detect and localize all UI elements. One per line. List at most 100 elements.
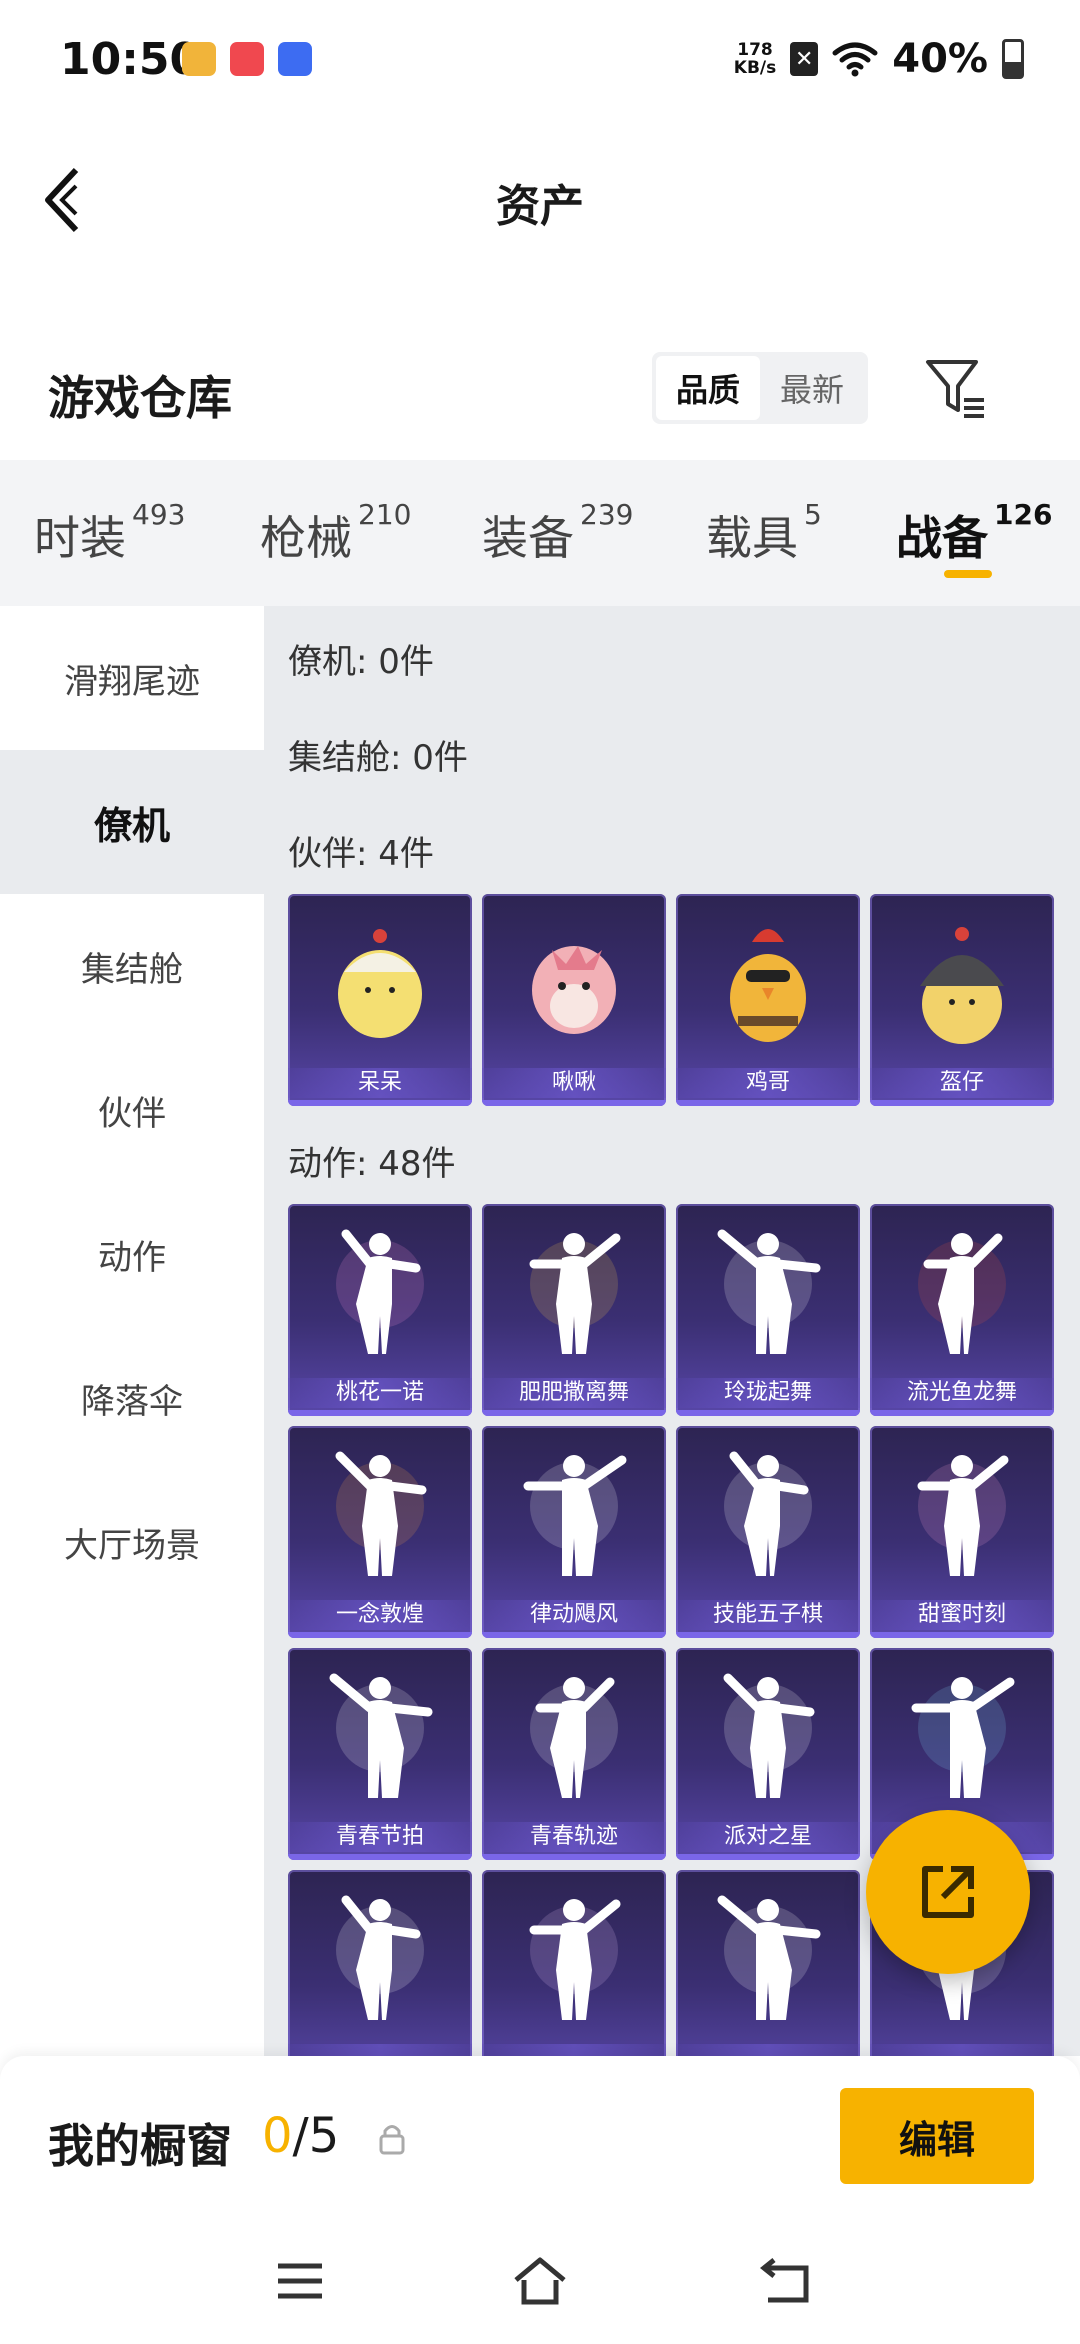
tab-label: 战备 — [896, 511, 988, 565]
section-title-partner: 伙伴: 4件 — [288, 834, 434, 874]
tab-count: 126 — [994, 498, 1053, 531]
emote-card[interactable]: 流光鱼龙舞 — [870, 1204, 1054, 1416]
showcase-total: /5 — [292, 2108, 340, 2164]
partner-card[interactable]: 呆呆 — [288, 894, 472, 1106]
tab-label: 枪械 — [260, 511, 352, 565]
warehouse-row: 游戏仓库 品质 最新 — [0, 340, 1080, 460]
tab-label: 时装 — [34, 511, 126, 565]
partner-card[interactable]: 啾啾 — [482, 894, 666, 1106]
sidebar-item-glide-trail[interactable]: 滑翔尾迹 — [0, 606, 264, 750]
tab-count: 210 — [358, 498, 412, 531]
tab-equipment[interactable]: 装备 239 — [482, 498, 633, 568]
dancer-silhouette-icon — [530, 1677, 618, 1798]
network-speed-value: 178 — [737, 40, 773, 60]
sidebar-item-wingman[interactable]: 僚机 — [0, 750, 264, 894]
system-nav-bar — [0, 2216, 1080, 2344]
section-title-wingman: 僚机: 0件 — [288, 642, 434, 682]
menu-icon[interactable] — [272, 2256, 328, 2306]
emote-card[interactable]: 青春节拍 — [288, 1648, 472, 1860]
dancer-silhouette-icon — [724, 1451, 812, 1576]
tab-label: 载具 — [706, 511, 798, 565]
partner-card[interactable]: 鸡哥 — [676, 894, 860, 1106]
tab-fashion[interactable]: 时装 493 — [34, 498, 185, 568]
dancer-silhouette-icon — [523, 1455, 627, 1576]
share-button[interactable] — [866, 1810, 1030, 1974]
item-label: 青春节拍 — [288, 1822, 472, 1852]
tab-firearms[interactable]: 枪械 210 — [260, 498, 411, 568]
game-app-icon — [182, 42, 216, 76]
emote-card[interactable] — [288, 1870, 472, 2056]
emote-card[interactable]: 律动飓风 — [482, 1426, 666, 1638]
sort-by-quality[interactable]: 品质 — [656, 356, 760, 420]
item-label: 玲珑起舞 — [676, 1378, 860, 1408]
item-label — [676, 2044, 860, 2056]
back-icon[interactable] — [756, 2256, 812, 2306]
item-label: 青春轨迹 — [482, 1822, 666, 1852]
sidebar: 滑翔尾迹 僚机 集结舱 伙伴 动作 降落伞 大厅场景 — [0, 606, 264, 2056]
item-label: 盔仔 — [870, 1068, 1054, 1098]
emote-card[interactable]: 玲珑起舞 — [676, 1204, 860, 1416]
section-title-emote: 动作: 48件 — [288, 1144, 456, 1184]
sidebar-item-partner[interactable]: 伙伴 — [0, 1038, 264, 1182]
warehouse-title: 游戏仓库 — [48, 371, 232, 425]
tab-vehicles[interactable]: 载具 5 — [706, 498, 822, 568]
item-label: 肥肥撒离舞 — [482, 1378, 666, 1408]
emote-card[interactable]: 青春轨迹 — [482, 1648, 666, 1860]
active-tab-indicator — [944, 570, 992, 578]
item-label: 技能五子棋 — [676, 1600, 860, 1630]
dancer-silhouette-icon — [917, 1455, 1009, 1576]
emote-card[interactable]: 一念敦煌 — [288, 1426, 472, 1638]
share-icon — [922, 1866, 974, 1918]
huawei-app-icon — [230, 42, 264, 76]
item-label: 流光鱼龙舞 — [870, 1378, 1054, 1408]
dancer-silhouette-icon — [336, 1895, 424, 2020]
filter-icon[interactable] — [922, 354, 990, 422]
wifi-icon — [832, 42, 878, 77]
sort-by-newest[interactable]: 最新 — [760, 356, 864, 420]
emote-card[interactable]: 肥肥撒离舞 — [482, 1204, 666, 1416]
status-time: 10:50 — [60, 34, 201, 85]
dancer-silhouette-icon — [911, 1677, 1015, 1798]
edit-button[interactable]: 编辑 — [840, 2088, 1034, 2184]
emote-card[interactable] — [482, 1870, 666, 2056]
header: 资产 — [0, 130, 1080, 270]
home-icon[interactable] — [512, 2256, 568, 2306]
item-label: 呆呆 — [288, 1068, 472, 1098]
showcase-count: 0/5 — [262, 2108, 339, 2164]
status-indicators: 178 KB/s ✕ 40% — [734, 36, 1024, 82]
item-label: 甜蜜时刻 — [870, 1600, 1054, 1630]
lock-icon — [379, 2125, 405, 2155]
battery-icon — [1002, 39, 1024, 79]
showcase-bar: 我的橱窗 0/5 编辑 — [0, 2056, 1080, 2216]
emote-card[interactable]: 桃花一诺 — [288, 1204, 472, 1416]
sort-toggle: 品质 最新 — [652, 352, 868, 424]
showcase-title: 我的橱窗 — [48, 2119, 232, 2173]
sidebar-item-lobby-scene[interactable]: 大厅场景 — [0, 1470, 264, 1614]
item-label: 一念敦煌 — [288, 1600, 472, 1630]
dancer-silhouette-icon — [717, 1229, 821, 1354]
emote-card[interactable]: 甜蜜时刻 — [870, 1426, 1054, 1638]
item-label — [288, 2044, 472, 2056]
showcase-current: 0 — [262, 2108, 293, 2164]
no-sim-icon: ✕ — [790, 42, 819, 76]
vivo-app-icon — [278, 42, 312, 76]
section-title-capsule: 集结舱: 0件 — [288, 738, 468, 778]
emote-card[interactable]: 技能五子棋 — [676, 1426, 860, 1638]
pink-bird-icon — [532, 946, 616, 1034]
tab-label: 装备 — [482, 511, 574, 565]
helmet-chick-icon — [920, 927, 1004, 1044]
emote-card[interactable] — [676, 1870, 860, 2056]
rooster-icon — [730, 929, 806, 1042]
sidebar-item-parachute[interactable]: 降落伞 — [0, 1326, 264, 1470]
sidebar-item-emote[interactable]: 动作 — [0, 1182, 264, 1326]
dancer-silhouette-icon — [723, 1673, 815, 1798]
battery-percentage: 40% — [892, 36, 988, 82]
tab-battle-prep[interactable]: 战备 126 — [896, 498, 1052, 568]
item-label: 派对之星 — [676, 1822, 860, 1852]
network-speed: 178 KB/s — [734, 41, 776, 77]
category-tabs: 时装 493 枪械 210 装备 239 载具 5 战备 126 — [0, 460, 1080, 606]
tab-count: 5 — [804, 498, 822, 531]
emote-card[interactable]: 派对之星 — [676, 1648, 860, 1860]
sidebar-item-capsule[interactable]: 集结舱 — [0, 894, 264, 1038]
partner-card[interactable]: 盔仔 — [870, 894, 1054, 1106]
